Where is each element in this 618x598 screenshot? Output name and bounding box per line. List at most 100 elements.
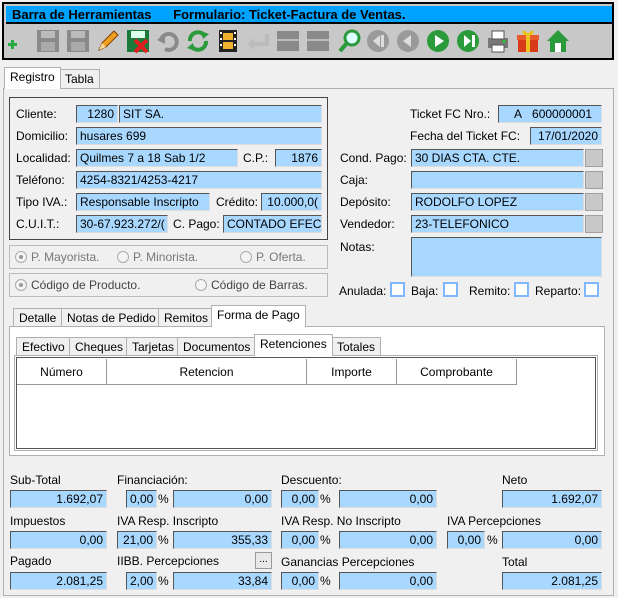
- vendedor-field[interactable]: 23-TELEFONICO: [411, 215, 584, 233]
- baja-checkbox[interactable]: [443, 282, 458, 297]
- tipo-iva-field[interactable]: Responsable Inscripto: [76, 193, 210, 211]
- search-icon[interactable]: [336, 27, 364, 55]
- neto-field[interactable]: 1.692,07: [502, 490, 602, 508]
- iva-ri-pct-sign: %: [158, 533, 169, 547]
- subtotal-field[interactable]: 1.692,07: [10, 490, 107, 508]
- impuestos-field[interactable]: 0,00: [10, 531, 107, 549]
- financiacion-pct-field[interactable]: 0,00: [126, 490, 157, 508]
- cond-pago-lookup-button[interactable]: [585, 149, 603, 167]
- deposito-lookup-button[interactable]: [585, 193, 603, 211]
- cp-field[interactable]: 1876: [275, 149, 322, 167]
- reparto-checkbox[interactable]: [584, 282, 599, 297]
- iibb-label: IIBB. Percepciones: [117, 554, 220, 568]
- first-record-icon[interactable]: [364, 27, 392, 55]
- refresh-icon[interactable]: [184, 27, 212, 55]
- caja-lookup-button[interactable]: [585, 171, 603, 189]
- caja-field[interactable]: [411, 171, 584, 189]
- delete-save-icon[interactable]: [124, 27, 152, 55]
- undo-icon[interactable]: [154, 27, 182, 55]
- save-disabled-icon[interactable]: [34, 27, 62, 55]
- cliente-label: Cliente:: [16, 107, 57, 121]
- edit-pencil-icon[interactable]: [94, 27, 122, 55]
- cliente-code-field[interactable]: 1280: [76, 105, 118, 123]
- codigo-producto-radio[interactable]: [15, 279, 27, 291]
- tab-cheques[interactable]: Cheques: [69, 337, 130, 357]
- tab-detalle[interactable]: Detalle: [13, 308, 63, 328]
- gift-icon[interactable]: [514, 27, 542, 55]
- iva-ri-pct-field[interactable]: 21,00: [117, 531, 157, 549]
- col-retencion[interactable]: Retencion: [107, 359, 307, 385]
- grid-disabled-icon[interactable]: [304, 27, 332, 55]
- ganancias-label: Ganancias Percepciones: [281, 555, 415, 569]
- deposito-field[interactable]: RODOLFO LOPEZ: [411, 193, 584, 211]
- minorista-radio[interactable]: [117, 251, 129, 263]
- tab-notas-pedido[interactable]: Notas de Pedido: [61, 308, 162, 328]
- next-record-icon[interactable]: [424, 27, 452, 55]
- iibb-value-field[interactable]: 33,84: [173, 572, 272, 590]
- list-disabled-icon[interactable]: [274, 27, 302, 55]
- tab-forma-pago[interactable]: Forma de Pago: [211, 305, 306, 327]
- vendedor-lookup-button[interactable]: [585, 215, 603, 233]
- oferta-radio[interactable]: [240, 251, 252, 263]
- cond-pago-field[interactable]: 30 DIAS CTA. CTE.: [411, 149, 584, 167]
- codigo-producto-label: Código de Producto.: [31, 278, 141, 292]
- cpago-field[interactable]: CONTADO EFEC: [223, 215, 322, 233]
- domicilio-label: Domicilio:: [16, 129, 69, 143]
- tab-tarjetas[interactable]: Tarjetas: [126, 337, 181, 357]
- toolbar: Barra de Herramientas Formulario: Ticket…: [2, 2, 614, 60]
- col-importe[interactable]: Importe: [307, 359, 397, 385]
- credito-field[interactable]: 10.000,0(: [261, 193, 322, 211]
- ticket-nro-field[interactable]: A 600000001: [498, 105, 602, 123]
- cliente-name-field[interactable]: SIT SA.: [119, 105, 322, 123]
- iva-ri-value-field[interactable]: 355,33: [173, 531, 272, 549]
- ganancias-pct-field[interactable]: 0,00: [281, 572, 319, 590]
- tab-retenciones[interactable]: Retenciones: [254, 334, 333, 356]
- domicilio-field[interactable]: husares 699: [76, 127, 322, 145]
- iva-rni-value-field[interactable]: 0,00: [339, 531, 437, 549]
- total-label: Total: [502, 555, 528, 569]
- tab-documentos[interactable]: Documentos: [177, 337, 257, 357]
- print-icon[interactable]: [484, 27, 512, 55]
- col-numero[interactable]: Número: [17, 359, 107, 385]
- tab-tabla[interactable]: Tabla: [59, 69, 100, 89]
- iva-rni-pct-sign: %: [320, 533, 331, 547]
- last-record-icon[interactable]: [454, 27, 482, 55]
- ticket-number: 600000001: [532, 107, 593, 121]
- descuento-pct-field[interactable]: 0,00: [281, 490, 319, 508]
- iva-rni-pct-field[interactable]: 0,00: [281, 531, 319, 549]
- remito-checkbox[interactable]: [514, 282, 529, 297]
- anulada-checkbox[interactable]: [390, 282, 405, 297]
- telefono-field[interactable]: 4254-8321/4253-4217: [76, 171, 322, 189]
- return-icon[interactable]: [244, 27, 272, 55]
- iva-perc-value-field[interactable]: 0,00: [502, 531, 602, 549]
- retenciones-grid[interactable]: Número Retencion Importe Comprobante: [16, 357, 596, 449]
- form-title: Formulario: Ticket-Factura de Ventas.: [173, 7, 406, 22]
- iibb-pct-field[interactable]: 2,00: [126, 572, 157, 590]
- home-icon[interactable]: [544, 27, 572, 55]
- save-as-icon[interactable]: [64, 27, 92, 55]
- tab-registro[interactable]: Registro: [4, 67, 61, 89]
- tab-remitos[interactable]: Remitos: [158, 308, 215, 328]
- col-comprobante[interactable]: Comprobante: [397, 359, 517, 385]
- iibb-detail-button[interactable]: ...: [255, 552, 272, 569]
- cuit-field[interactable]: 30-67.923.272/(: [76, 215, 168, 233]
- ganancias-pct-sign: %: [320, 574, 331, 588]
- toolbar-title-text: Barra de Herramientas: [12, 7, 152, 22]
- tab-totales[interactable]: Totales: [331, 337, 382, 357]
- iva-perc-pct-field[interactable]: 0,00: [447, 531, 485, 549]
- notas-field[interactable]: [411, 237, 602, 277]
- new-icon[interactable]: [4, 27, 32, 55]
- film-icon[interactable]: [214, 27, 242, 55]
- ganancias-value-field[interactable]: 0,00: [339, 572, 437, 590]
- codigo-barras-radio[interactable]: [195, 279, 207, 291]
- pagado-field[interactable]: 2.081,25: [10, 572, 107, 590]
- impuestos-label: Impuestos: [10, 514, 66, 528]
- localidad-field[interactable]: Quilmes 7 a 18 Sab 1/2: [76, 149, 238, 167]
- tab-efectivo[interactable]: Efectivo: [16, 337, 71, 357]
- financiacion-value-field[interactable]: 0,00: [173, 490, 272, 508]
- descuento-value-field[interactable]: 0,00: [339, 490, 437, 508]
- fecha-field[interactable]: 17/01/2020: [530, 127, 602, 145]
- total-field[interactable]: 2.081,25: [502, 572, 602, 590]
- mayorista-radio[interactable]: [15, 251, 27, 263]
- previous-record-icon[interactable]: [394, 27, 422, 55]
